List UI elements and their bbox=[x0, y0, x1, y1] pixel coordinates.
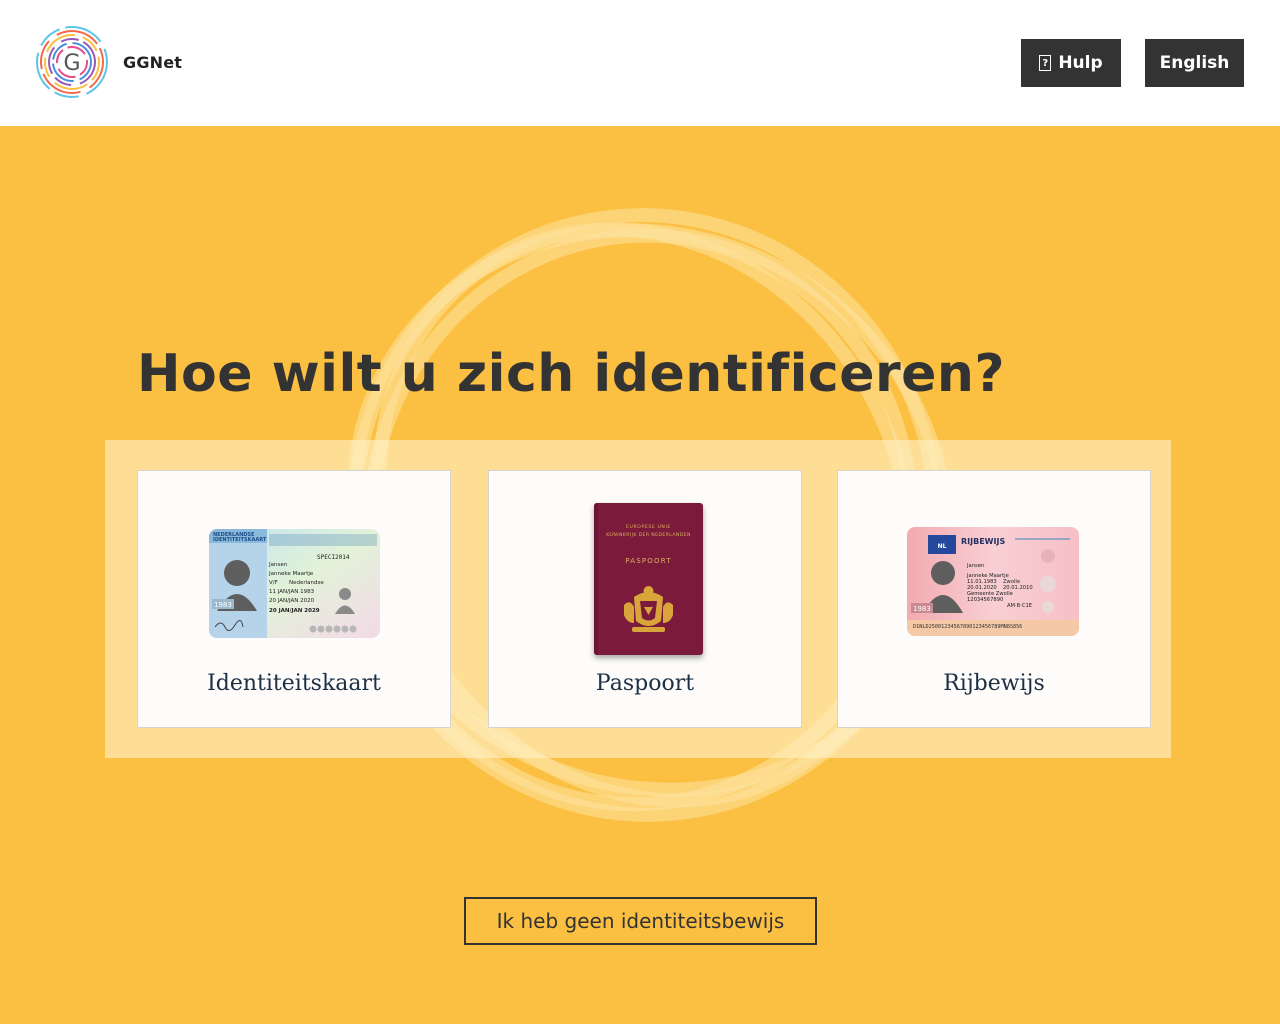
svg-text:G: G bbox=[63, 51, 80, 76]
svg-text:RIJBEWIJS: RIJBEWIJS bbox=[961, 537, 1005, 546]
option-card-drivers-license[interactable]: NL RIJBEWIJS 1983 Jansen Janneke Maartje… bbox=[837, 470, 1151, 728]
option-label-id-card: Identiteitskaart bbox=[207, 671, 381, 696]
svg-text:Jansen: Jansen bbox=[966, 563, 984, 569]
option-card-id-card[interactable]: NEDERLANDSE IDENTITEITSKAART 1983 SPECI2… bbox=[137, 470, 451, 728]
logo[interactable]: G GGNet bbox=[34, 24, 182, 100]
svg-text:PASPOORT: PASPOORT bbox=[625, 557, 671, 565]
svg-text:AM·B·C1E: AM·B·C1E bbox=[1007, 603, 1032, 609]
no-id-button[interactable]: Ik heb geen identiteitsbewijs bbox=[464, 897, 817, 945]
svg-text:IDENTITEITSKAART: IDENTITEITSKAART bbox=[213, 537, 267, 543]
page-title: Hoe wilt u zich identificeren? bbox=[137, 344, 1006, 404]
svg-text:V/F: V/F bbox=[269, 580, 278, 586]
help-icon: ? bbox=[1039, 55, 1052, 71]
svg-text:Janneke Maartje: Janneke Maartje bbox=[268, 571, 314, 577]
language-label: English bbox=[1159, 53, 1230, 73]
svg-text:Jansen: Jansen bbox=[268, 562, 288, 568]
option-label-passport: Paspoort bbox=[595, 671, 695, 696]
option-label-drivers-license: Rijbewijs bbox=[943, 671, 1045, 696]
svg-text:SPECI2014: SPECI2014 bbox=[317, 554, 350, 561]
svg-text:Nederlandse: Nederlandse bbox=[289, 580, 324, 586]
language-switch-button[interactable]: English bbox=[1145, 39, 1244, 87]
svg-text:NL: NL bbox=[938, 543, 947, 550]
svg-text:12034567890: 12034567890 bbox=[967, 597, 1003, 603]
svg-text:1983: 1983 bbox=[214, 601, 232, 609]
svg-text:KONINKRIJK DER NEDERLANDEN: KONINKRIJK DER NEDERLANDEN bbox=[606, 532, 691, 538]
brand-name: GGNet bbox=[123, 52, 183, 72]
svg-text:1983: 1983 bbox=[913, 605, 931, 613]
passport-image: EUROPESE UNIE KONINKRIJK DER NEDERLANDEN… bbox=[594, 503, 703, 655]
option-card-passport[interactable]: EUROPESE UNIE KONINKRIJK DER NEDERLANDEN… bbox=[488, 470, 802, 728]
site-header: G GGNet ? Hulp English bbox=[0, 0, 1280, 126]
svg-text:EUROPESE UNIE: EUROPESE UNIE bbox=[626, 524, 671, 530]
svg-text:11 JAN/JAN 1983: 11 JAN/JAN 1983 bbox=[269, 589, 315, 595]
svg-text:20 JAN/JAN 2029: 20 JAN/JAN 2029 bbox=[269, 608, 320, 614]
id-card-image: NEDERLANDSE IDENTITEITSKAART 1983 SPECI2… bbox=[209, 529, 380, 638]
help-label: Hulp bbox=[1058, 53, 1103, 73]
svg-text:20 JAN/JAN 2020: 20 JAN/JAN 2020 bbox=[269, 598, 315, 604]
no-id-label: Ik heb geen identiteitsbewijs bbox=[496, 909, 785, 933]
help-button[interactable]: ? Hulp bbox=[1021, 39, 1121, 87]
ggnet-logo-icon: G bbox=[36, 26, 108, 98]
drivers-license-image: NL RIJBEWIJS 1983 Jansen Janneke Maartje… bbox=[907, 527, 1079, 636]
svg-text:D1NLD25001234567890123456789MN: D1NLD25001234567890123456789MN8S856 bbox=[913, 624, 1022, 630]
